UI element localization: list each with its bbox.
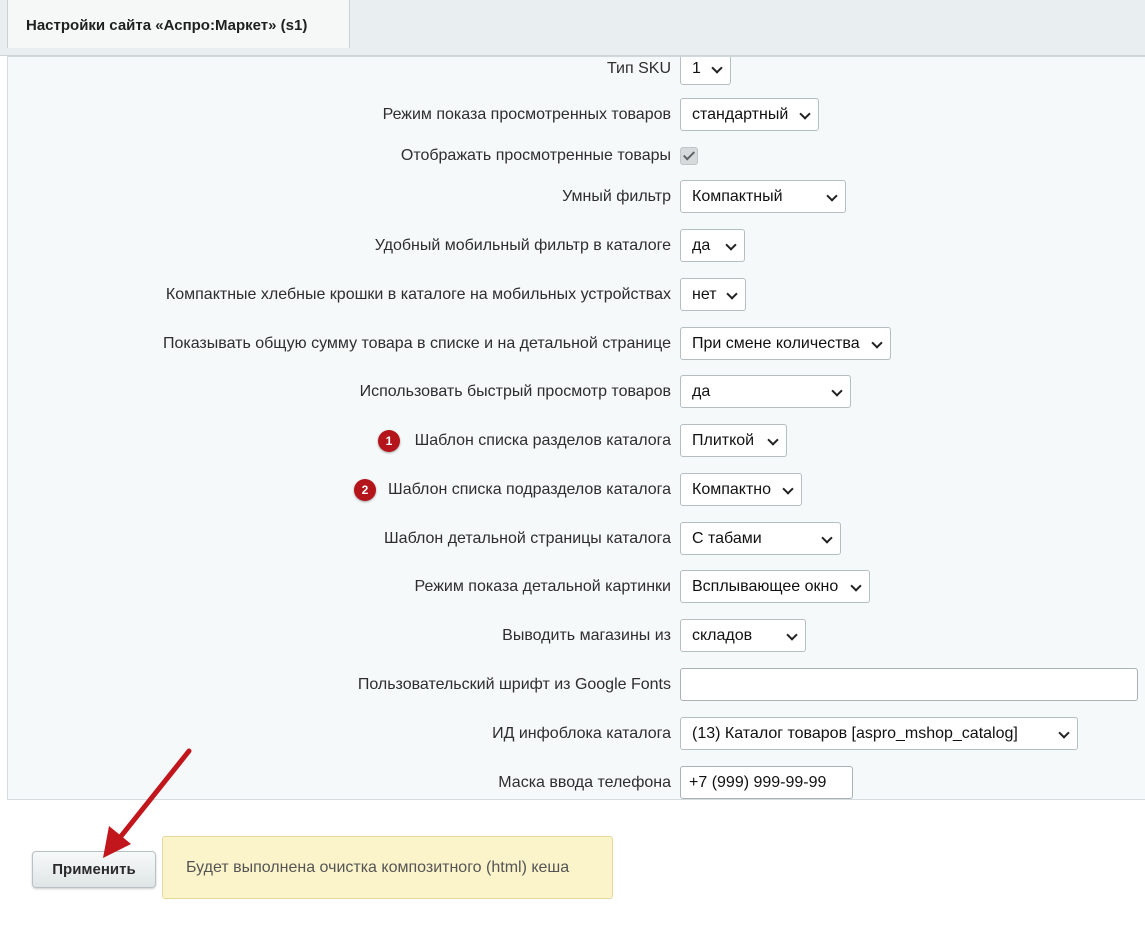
stores-source-select[interactable]: складов bbox=[680, 619, 806, 652]
setting-label: Режим показа детальной картинки bbox=[414, 578, 671, 595]
setting-row-sku-type: Тип SKU 1 bbox=[8, 57, 1145, 86]
subsections-template-select[interactable]: Компактно bbox=[680, 473, 802, 506]
sections-template-select[interactable]: Плиткой bbox=[680, 424, 787, 457]
check-icon bbox=[682, 148, 696, 161]
tab-site-settings[interactable]: Настройки сайта «Аспро:Маркет» (s1) bbox=[7, 0, 350, 48]
step-badge-2: 2 bbox=[354, 479, 376, 501]
setting-row-show-viewed: Отображать просмотренные товары bbox=[8, 139, 1145, 173]
chevron-down-icon bbox=[799, 108, 811, 120]
chevron-down-icon bbox=[767, 434, 779, 446]
setting-row-smart-filter: Умный фильтр Компактный bbox=[8, 180, 1145, 214]
show-viewed-checkbox[interactable] bbox=[680, 147, 698, 165]
chevron-down-icon bbox=[871, 337, 883, 349]
setting-row-compact-breadcrumbs: Компактные хлебные крошки в каталоге на … bbox=[8, 278, 1145, 312]
detail-picture-mode-select[interactable]: Всплывающее окно bbox=[680, 570, 870, 603]
chevron-down-icon bbox=[711, 62, 723, 74]
sku-type-select[interactable]: 1 bbox=[680, 57, 731, 85]
setting-label: ИД инфоблока каталога bbox=[492, 725, 671, 742]
chevron-down-icon bbox=[850, 580, 862, 592]
mobile-filter-select[interactable]: да bbox=[680, 229, 745, 262]
chevron-down-icon bbox=[826, 190, 838, 202]
google-font-input[interactable] bbox=[680, 668, 1138, 701]
setting-label: Умный фильтр bbox=[562, 188, 671, 205]
settings-form: Тип SKU 1 Режим показа просмотренных тов… bbox=[7, 56, 1145, 799]
setting-label: Показывать общую сумму товара в списке и… bbox=[162, 335, 671, 352]
setting-label: Отображать просмотренные товары bbox=[400, 147, 671, 164]
setting-label: Шаблон списка разделов каталога bbox=[414, 432, 671, 449]
setting-row-subsections-template: 2 Шаблон списка подразделов каталога Ком… bbox=[8, 473, 1145, 507]
setting-row-detail-picture-mode: Режим показа детальной картинки Всплываю… bbox=[8, 570, 1145, 604]
setting-label: Использовать быстрый просмотр товаров bbox=[359, 383, 671, 400]
chevron-down-icon bbox=[821, 532, 833, 544]
detail-template-select[interactable]: С табами bbox=[680, 522, 841, 555]
cache-notice: Будет выполнена очистка композитного (ht… bbox=[162, 836, 613, 899]
setting-label: Удобный мобильный фильтр в каталоге bbox=[374, 237, 671, 254]
total-sum-select[interactable]: При смене количества bbox=[680, 327, 891, 360]
setting-row-detail-template: Шаблон детальной страницы каталога С таб… bbox=[8, 522, 1145, 556]
setting-row-google-font: Пользовательский шрифт из Google Fonts bbox=[8, 668, 1145, 702]
setting-row-viewed-mode: Режим показа просмотренных товаров станд… bbox=[8, 98, 1145, 132]
setting-row-catalog-iblock: ИД инфоблока каталога (13) Каталог товар… bbox=[8, 717, 1145, 751]
viewed-mode-select[interactable]: стандартный bbox=[680, 98, 819, 131]
phone-mask-input[interactable]: +7 (999) 999-99-99 bbox=[680, 766, 853, 799]
chevron-down-icon bbox=[786, 629, 798, 641]
setting-label: Маска ввода телефона bbox=[498, 774, 671, 791]
chevron-down-icon bbox=[782, 483, 794, 495]
setting-row-stores-source: Выводить магазины из складов bbox=[8, 619, 1145, 653]
chevron-down-icon bbox=[726, 288, 738, 300]
setting-row-phone-mask: Маска ввода телефона +7 (999) 999-99-99 bbox=[8, 766, 1145, 799]
setting-label: Шаблон детальной страницы каталога bbox=[384, 530, 671, 547]
setting-label: Шаблон списка подразделов каталога bbox=[388, 481, 671, 498]
catalog-iblock-select[interactable]: (13) Каталог товаров [aspro_mshop_catalo… bbox=[680, 717, 1078, 750]
chevron-down-icon bbox=[1058, 727, 1070, 739]
smart-filter-select[interactable]: Компактный bbox=[680, 180, 846, 213]
setting-label: Компактные хлебные крошки в каталоге на … bbox=[165, 286, 671, 303]
setting-row-quick-view: Использовать быстрый просмотр товаров да bbox=[8, 375, 1145, 409]
setting-row-total-sum: Показывать общую сумму товара в списке и… bbox=[8, 327, 1145, 361]
tab-bar: Настройки сайта «Аспро:Маркет» (s1) bbox=[0, 0, 1145, 56]
setting-row-sections-template: 1 Шаблон списка разделов каталога Плитко… bbox=[8, 424, 1145, 458]
setting-label: Режим показа просмотренных товаров bbox=[382, 106, 671, 123]
quick-view-select[interactable]: да bbox=[680, 375, 851, 408]
compact-breadcrumbs-select[interactable]: нет bbox=[680, 278, 746, 311]
apply-button[interactable]: Применить bbox=[32, 851, 156, 888]
setting-label: Пользовательский шрифт из Google Fonts bbox=[357, 676, 671, 693]
chevron-down-icon bbox=[831, 385, 843, 397]
setting-row-mobile-filter: Удобный мобильный фильтр в каталоге да bbox=[8, 229, 1145, 263]
setting-label: Тип SKU bbox=[606, 60, 671, 77]
step-badge-1: 1 bbox=[378, 430, 400, 452]
chevron-down-icon bbox=[725, 239, 737, 251]
setting-label: Выводить магазины из bbox=[502, 627, 671, 644]
form-footer: Применить Будет выполнена очистка композ… bbox=[7, 799, 1145, 927]
